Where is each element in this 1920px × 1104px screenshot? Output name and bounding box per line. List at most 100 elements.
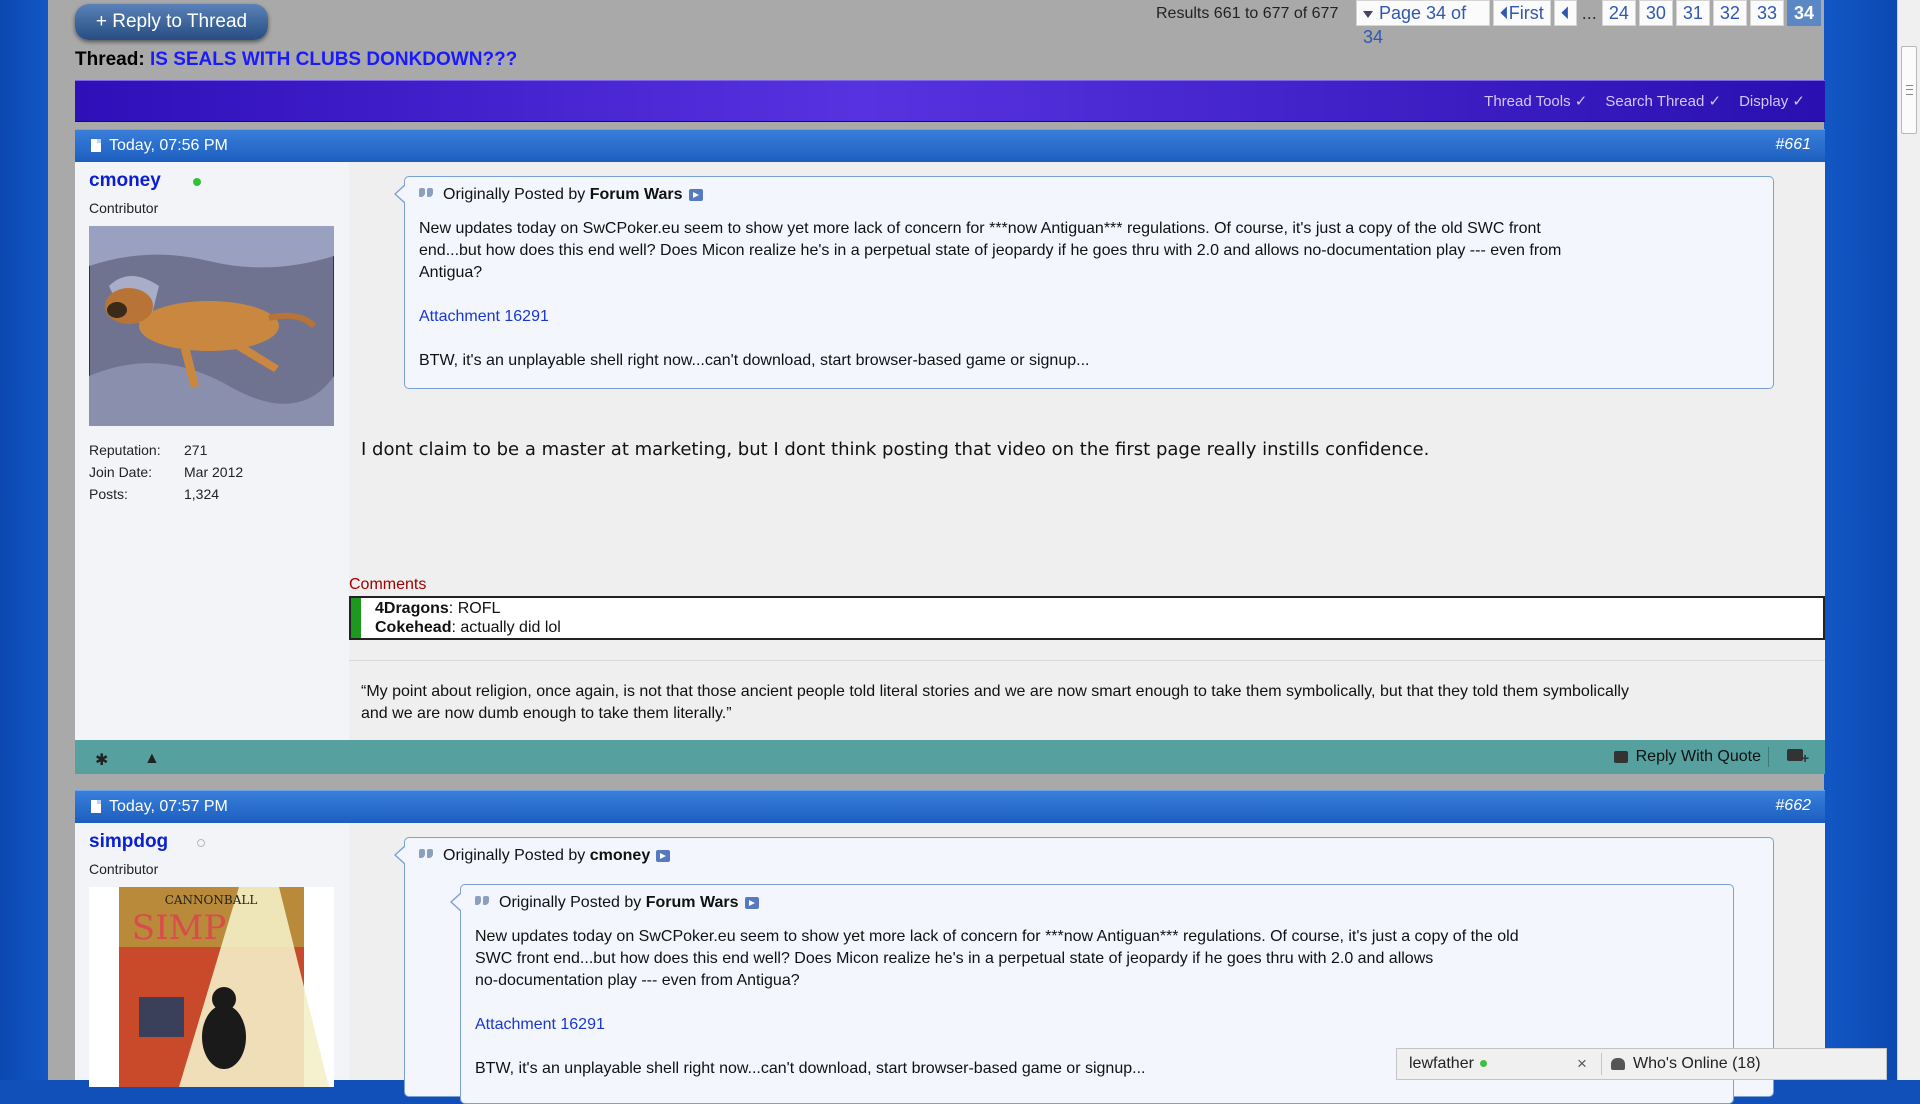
multi-quote-button[interactable]: + [1787, 749, 1810, 766]
avatar-caption-large: SIMP [132, 908, 226, 948]
user-info-panel: simpdog Contributor CANNONBALL SIMP [75, 823, 349, 1087]
page-link-33[interactable]: 33 [1749, 0, 1784, 26]
attachment-link[interactable]: Attachment 16291 [419, 306, 1561, 328]
whos-online-button[interactable]: Who's Online (18) [1611, 1055, 1761, 1073]
quote-header: Originally Posted by Forum Wars [419, 186, 703, 204]
page-link-32[interactable]: 32 [1712, 0, 1747, 26]
view-post-icon[interactable] [744, 896, 759, 909]
post-header: Today, 07:56 PM #661 [75, 129, 1825, 162]
thread-title[interactable]: IS SEALS WITH CLUBS DONKDOWN??? [150, 49, 517, 70]
comments-label: Comments [349, 576, 427, 593]
page-link-30[interactable]: 30 [1638, 0, 1673, 26]
page-label: Page 34 of 34 [1363, 3, 1467, 47]
post-content: Originally Posted by cmoney Originally P… [349, 823, 1825, 1104]
reply-with-quote-button[interactable]: Reply With Quote [1613, 748, 1761, 766]
post-content: Originally Posted by Forum Wars New upda… [349, 162, 1825, 740]
vertical-scrollbar[interactable] [1897, 0, 1920, 1080]
cannonball-simp-avatar-image: CANNONBALL SIMP [119, 887, 329, 1087]
quote-header: Originally Posted by Forum Wars [475, 894, 759, 912]
first-label: First [1508, 3, 1544, 23]
plus-icon: + [1801, 750, 1810, 766]
comments-box: 4Dragons: ROFL Cokehead: actually did lo… [349, 596, 1825, 640]
post-number[interactable]: #661 [1775, 136, 1811, 154]
user-title: Contributor [89, 861, 159, 877]
left-page-border [0, 0, 48, 1080]
comment-user[interactable]: 4Dragons [375, 600, 449, 617]
comment-user[interactable]: Cokehead [375, 619, 451, 636]
quote-icon [419, 188, 435, 199]
chatbar-divider [1601, 1053, 1602, 1075]
pagination-ellipsis: ... [1581, 3, 1597, 23]
scrollbar-thumb[interactable] [1901, 46, 1917, 134]
quote-icon [419, 849, 435, 860]
post-body: simpdog Contributor CANNONBALL SIMP Orig… [75, 823, 1825, 1104]
thread-tools-menu[interactable]: Thread Tools ✓ [1484, 92, 1587, 110]
comment-item: 4Dragons: ROFL [375, 600, 501, 617]
quote-author: cmoney [589, 847, 651, 864]
comments-accent-bar [351, 598, 361, 638]
quote-header: Originally Posted by cmoney [419, 847, 671, 865]
attachment-link[interactable]: Attachment 16291 [475, 1014, 1519, 1036]
join-date-value: Mar 2012 [184, 464, 244, 480]
search-thread-menu[interactable]: Search Thread ✓ [1605, 92, 1721, 110]
close-icon[interactable]: × [1577, 1054, 1587, 1074]
username[interactable]: simpdog [89, 831, 168, 853]
footer-divider [1768, 747, 1769, 767]
post-body: cmoney Contributor Reputation: 271 Join … [75, 162, 1825, 740]
page-jump-dropdown[interactable]: Page 34 of 34 [1356, 0, 1490, 47]
double-left-arrow-icon: ⏴ [1499, 3, 1509, 23]
page-link-24[interactable]: 24 [1601, 0, 1636, 26]
post-number[interactable]: #662 [1775, 797, 1811, 815]
user-avatar[interactable]: CANNONBALL SIMP [89, 887, 334, 1087]
username[interactable]: cmoney [89, 170, 161, 192]
quote-block: Originally Posted by Forum Wars New upda… [394, 176, 1774, 389]
post-date: Today, 07:57 PM [109, 798, 228, 815]
page-navigation: Page 34 of 34 ⏴First ⏴ ... 24 30 31 32 3… [1356, 0, 1824, 47]
display-menu[interactable]: Display ✓ [1739, 92, 1805, 110]
quote-author: Forum Wars [645, 894, 739, 911]
post-header: Today, 07:57 PM #662 [75, 790, 1825, 823]
dog-avatar-image [89, 226, 334, 426]
people-icon [1611, 1057, 1625, 1070]
thread-prefix: Thread: [75, 49, 145, 70]
view-post-icon[interactable] [656, 849, 671, 862]
online-status-icon [193, 178, 201, 186]
user-title: Contributor [89, 200, 159, 216]
chevron-down-icon [1363, 10, 1373, 18]
left-arrow-icon: ⏴ [1560, 3, 1570, 23]
post-document-icon [91, 139, 101, 152]
signature-divider [349, 660, 1825, 661]
quote-text: New updates today on SwCPoker.eu seem to… [475, 928, 1519, 1077]
user-stats: Reputation: 271 Join Date: Mar 2012 Posts:… [89, 442, 243, 508]
results-count: Results 661 to 677 of 677 [1156, 5, 1339, 22]
page-link-31[interactable]: 31 [1675, 0, 1710, 26]
quote-bubble-icon [1613, 750, 1628, 763]
chat-user-tab[interactable]: lewfather [1409, 1055, 1487, 1073]
post-footer: ✱ ▲ Reply With Quote + [75, 740, 1825, 774]
view-post-icon[interactable] [688, 188, 703, 201]
signature: “My point about religion, once again, is… [361, 683, 1629, 722]
previous-page-link[interactable]: ⏴ [1553, 0, 1577, 26]
chat-bar: lewfather × Who's Online (18) [1396, 1048, 1887, 1080]
user-avatar[interactable] [89, 226, 334, 426]
first-page-link[interactable]: ⏴First [1492, 0, 1551, 26]
quote-author: Forum Wars [589, 186, 683, 203]
post-count-value: 1,324 [184, 486, 220, 502]
thread-toolbar: Thread Tools ✓ Search Thread ✓ Display ✓ [75, 80, 1825, 122]
thread-title-bar: Thread: IS SEALS WITH CLUBS DONKDOWN??? [75, 49, 517, 71]
comment-item: Cokehead: actually did lol [375, 619, 561, 636]
online-status-icon [1479, 1060, 1487, 1068]
reputation-value: 271 [184, 442, 208, 458]
report-warning-icon[interactable]: ▲ [144, 750, 160, 768]
reputation-star-icon[interactable]: ✱ [95, 750, 108, 770]
post-date: Today, 07:56 PM [109, 137, 228, 154]
current-page: 34 [1786, 0, 1821, 26]
offline-status-icon [197, 839, 205, 847]
user-info-panel: cmoney Contributor Reputation: 271 Join … [75, 162, 349, 740]
post-message: I dont claim to be a master at marketing… [361, 439, 1430, 460]
quote-text: New updates today on SwCPoker.eu seem to… [419, 220, 1562, 369]
right-page-border [1824, 0, 1900, 1080]
avatar-caption-small: CANNONBALL [165, 893, 258, 907]
post-document-icon [91, 800, 101, 813]
reply-to-thread-button[interactable]: + Reply to Thread [75, 4, 268, 40]
